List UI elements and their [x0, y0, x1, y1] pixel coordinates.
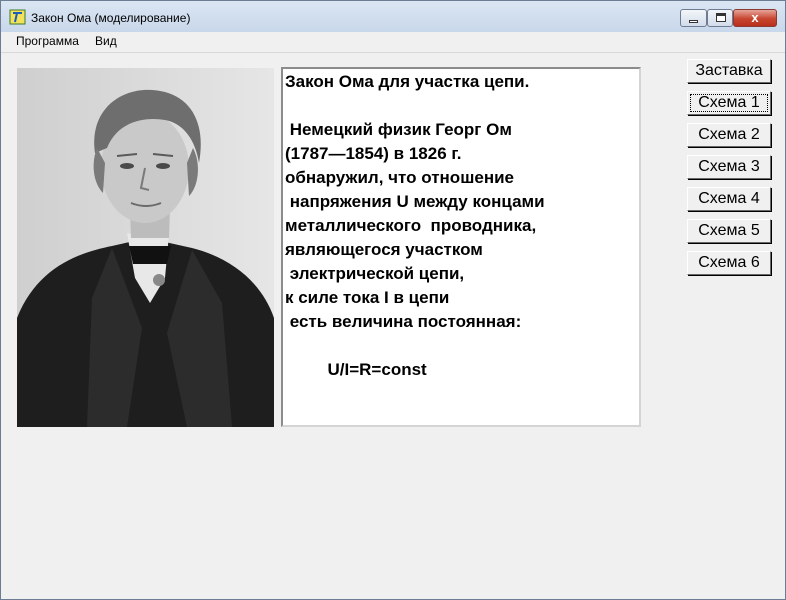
portrait-photo: [17, 68, 274, 427]
minimize-button[interactable]: [680, 9, 707, 27]
description-text-box[interactable]: Закон Ома для участка цепи. Немецкий физ…: [281, 67, 641, 427]
scheme-6-button[interactable]: Схема 6: [687, 251, 771, 275]
scheme-5-button[interactable]: Схема 5: [687, 219, 771, 243]
app-window: Закон Ома (моделирование) x Программа Ви…: [0, 0, 786, 600]
menu-bar: Программа Вид: [1, 32, 785, 53]
portrait-image: [17, 68, 274, 427]
scheme-4-button[interactable]: Схема 4: [687, 187, 771, 211]
window-title: Закон Ома (моделирование): [31, 11, 191, 25]
close-icon: x: [751, 10, 759, 25]
minimize-icon: [689, 20, 698, 23]
zastavka-button[interactable]: Заставка: [687, 59, 771, 83]
app-icon: [9, 9, 26, 25]
maximize-button[interactable]: [707, 9, 733, 27]
menu-vid[interactable]: Вид: [95, 34, 117, 48]
close-button[interactable]: x: [733, 9, 777, 27]
scheme-3-button[interactable]: Схема 3: [687, 155, 771, 179]
title-bar[interactable]: Закон Ома (моделирование) x: [1, 1, 785, 32]
description-text: Закон Ома для участка цепи. Немецкий физ…: [285, 72, 545, 379]
scheme-2-button[interactable]: Схема 2: [687, 123, 771, 147]
menu-programma[interactable]: Программа: [16, 34, 79, 48]
maximize-icon: [716, 13, 726, 22]
scheme-1-button[interactable]: Схема 1: [687, 91, 771, 115]
